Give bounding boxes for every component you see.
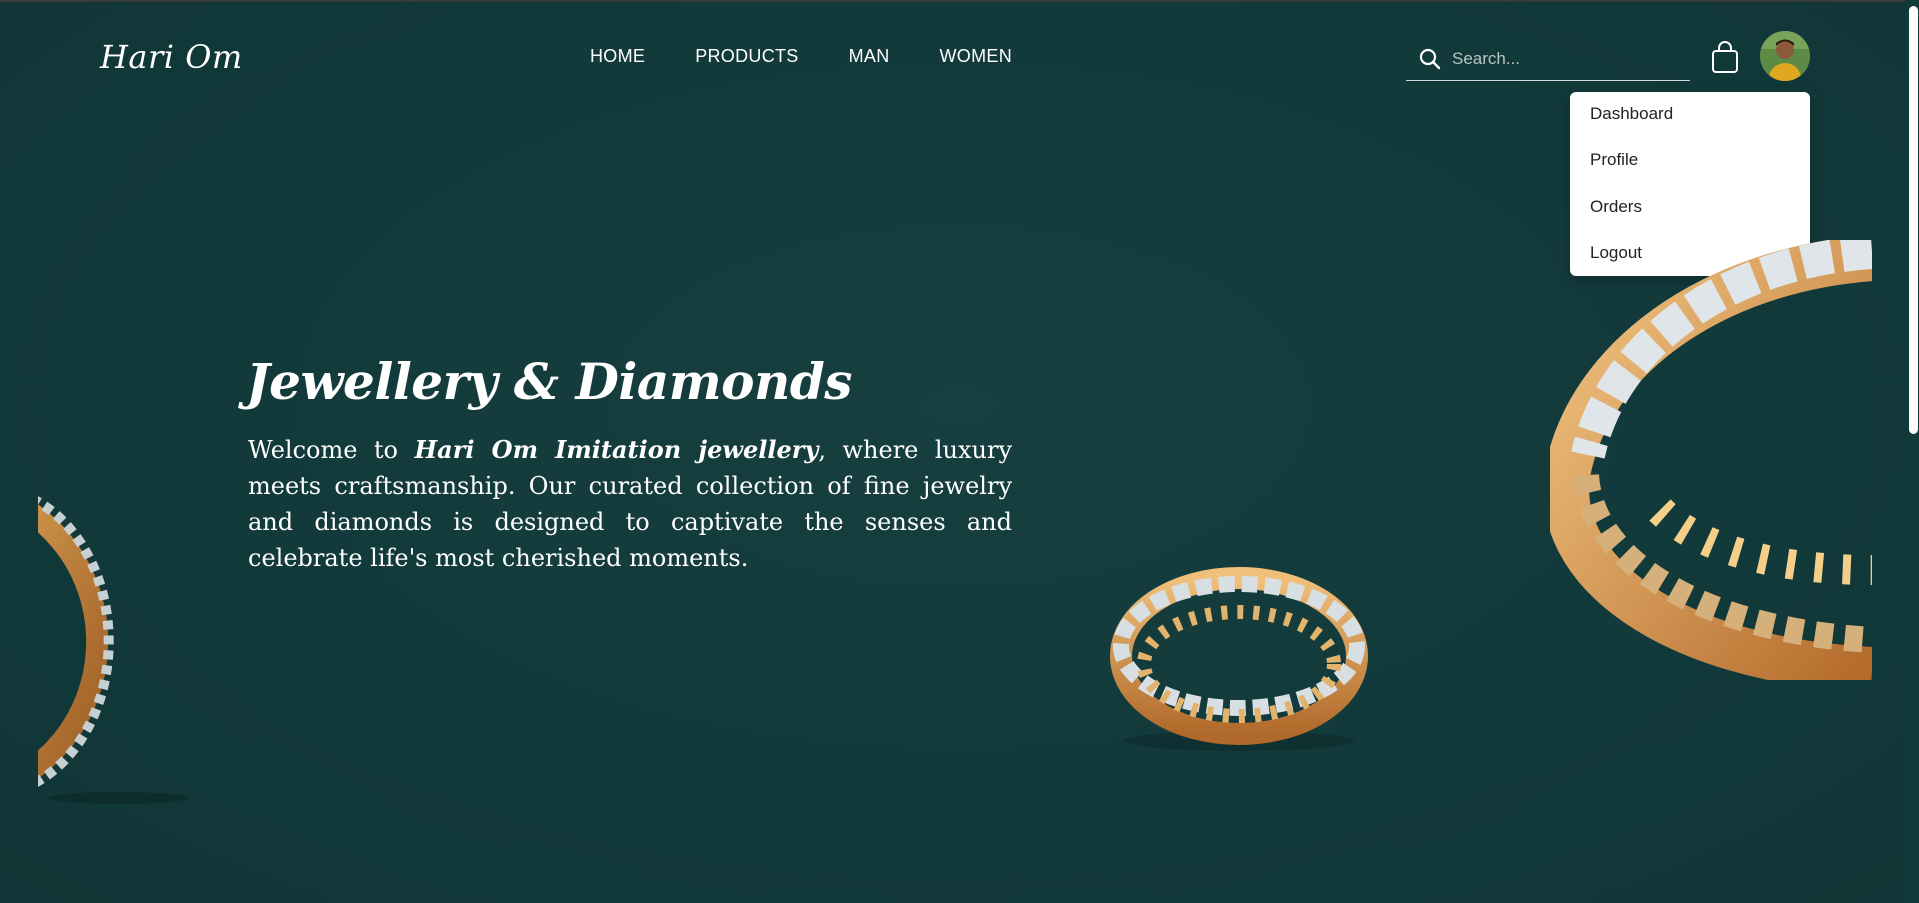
shopping-bag-icon[interactable] <box>1710 40 1740 74</box>
user-avatar[interactable] <box>1760 31 1810 81</box>
site-logo[interactable]: Hari Om <box>100 38 243 76</box>
menu-item-orders[interactable]: Orders <box>1590 197 1642 217</box>
nav-women[interactable]: WOMEN <box>940 46 1013 67</box>
nav-products[interactable]: PRODUCTS <box>695 46 798 67</box>
window-top-border <box>0 0 1919 2</box>
menu-item-profile[interactable]: Profile <box>1590 150 1638 170</box>
menu-item-dashboard[interactable]: Dashboard <box>1590 104 1673 124</box>
ring-image-right <box>1550 240 1872 680</box>
hero-text-intro: Welcome to <box>248 436 415 464</box>
nav-man[interactable]: MAN <box>849 46 890 67</box>
ring-image-left <box>38 496 188 804</box>
hero-brand-name: Hari Om Imitation jewellery <box>414 435 819 464</box>
page-scrollbar[interactable] <box>1905 0 1919 903</box>
scrollbar-thumb[interactable] <box>1909 6 1918 434</box>
search-icon[interactable] <box>1416 45 1444 73</box>
search-input[interactable] <box>1450 48 1684 70</box>
search-box <box>1406 38 1690 81</box>
ring-image-center <box>1110 567 1368 751</box>
hero-description: Welcome to Hari Om Imitation jewellery, … <box>248 432 1012 576</box>
nav-home[interactable]: HOME <box>590 46 645 67</box>
hero-title: Jewellery & Diamonds <box>246 352 852 411</box>
main-nav: HOME PRODUCTS MAN WOMEN <box>590 46 1012 67</box>
